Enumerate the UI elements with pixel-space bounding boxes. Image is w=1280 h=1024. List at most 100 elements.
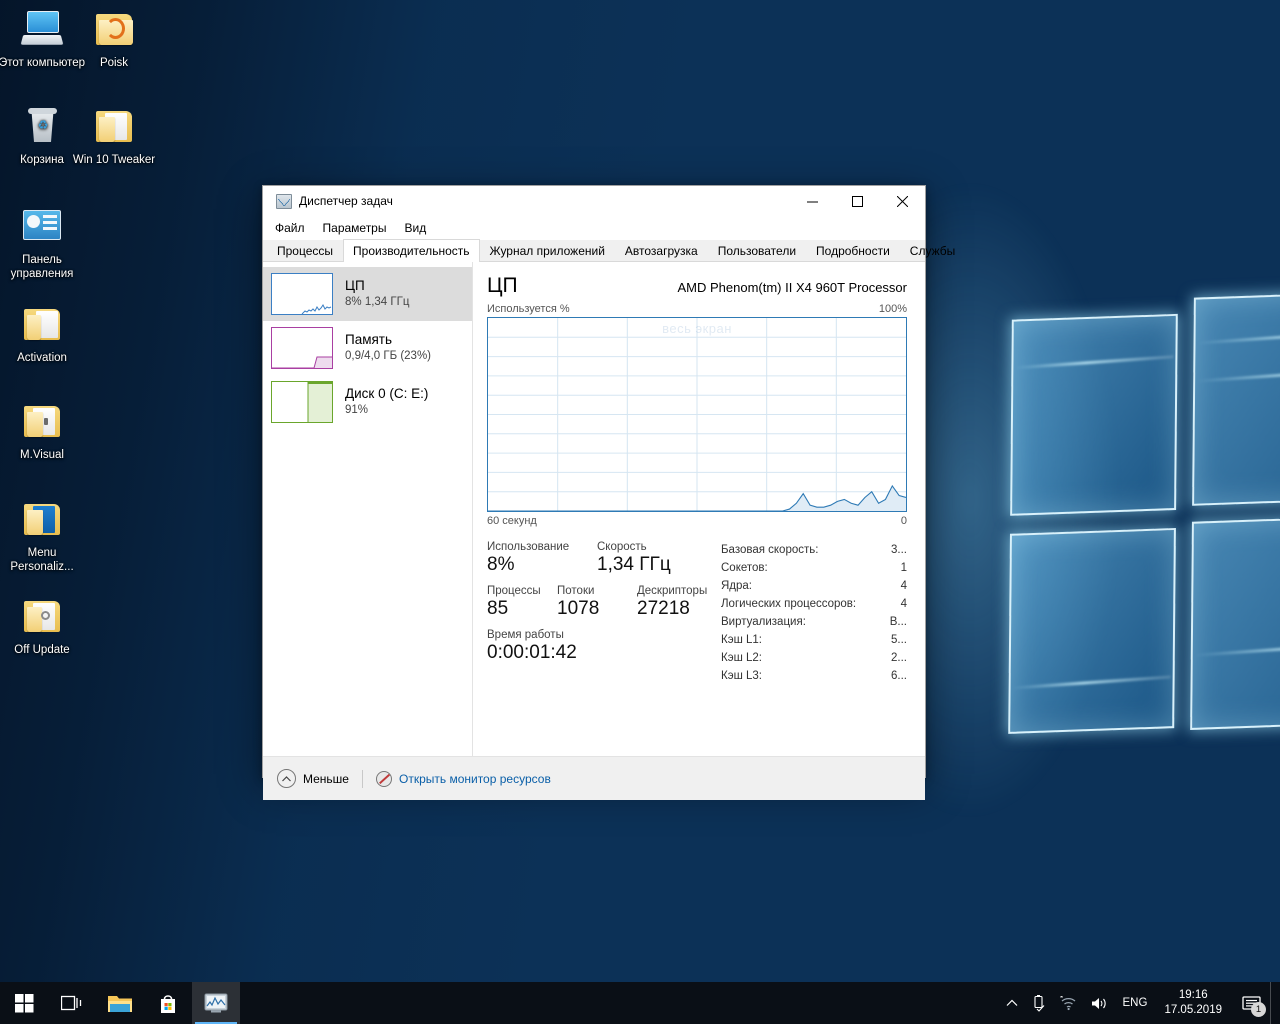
stat-speed: Скорость 1,34 ГГц: [597, 541, 671, 576]
stat-label: Потоки: [557, 585, 595, 597]
performance-main-panel: ЦП AMD Phenom(tm) II X4 960T Processor И…: [473, 262, 925, 756]
notification-badge: 1: [1251, 1002, 1266, 1017]
tab-app-history[interactable]: Журнал приложений: [480, 239, 615, 261]
stat-value: 8%: [487, 554, 515, 575]
spec-logical-processors: Логических процессоров: 4: [721, 595, 907, 613]
desktop-icon-menu-personalization[interactable]: Menu Personaliz...: [0, 498, 86, 574]
close-button[interactable]: [880, 186, 925, 216]
file-explorer-icon: [108, 996, 132, 1012]
task-view-button[interactable]: [48, 982, 96, 1024]
stat-label: Процессы: [487, 585, 541, 597]
graph-y-label: Используется %: [487, 303, 570, 315]
clock[interactable]: 19:16 17.05.2019: [1154, 982, 1232, 1024]
taskbar-app-microsoft-store[interactable]: [144, 982, 192, 1024]
spec-cores: Ядра: 4: [721, 577, 907, 595]
speaker-icon: [1091, 997, 1106, 1009]
tab-processes[interactable]: Процессы: [267, 239, 343, 261]
desktop-icon-off-update[interactable]: Off Update: [0, 595, 86, 658]
menu-options[interactable]: Параметры: [323, 219, 397, 238]
sidebar-item-cpu[interactable]: ЦП 8% 1,34 ГГц: [263, 267, 472, 321]
tab-performance[interactable]: Производительность: [343, 239, 480, 262]
page-title: ЦП: [487, 274, 518, 297]
stat-label: Время работы: [487, 629, 564, 641]
tab-services[interactable]: Службы: [900, 239, 965, 261]
show-desktop-button[interactable]: [1270, 982, 1276, 1024]
window-body: ЦП 8% 1,34 ГГц Память 0,9/4,0 ГБ (23%) Д…: [263, 262, 925, 756]
stat-label: Скорость: [597, 541, 647, 553]
desktop-icon-m-visual[interactable]: M.Visual: [0, 400, 86, 463]
cpu-utilization-graph[interactable]: весь экран: [487, 317, 907, 512]
spec-value: 6...: [891, 670, 907, 682]
desktop[interactable]: Этот компьютер Poisk ♻ Корзина Win 10 Tw…: [0, 0, 1280, 1024]
desktop-icon-poisk[interactable]: Poisk: [70, 8, 158, 71]
tab-details[interactable]: Подробности: [806, 239, 900, 261]
desktop-icon-win10-tweaker[interactable]: Win 10 Tweaker: [70, 105, 158, 168]
desktop-icon-label: Poisk: [99, 57, 129, 69]
wifi-icon: *: [1060, 996, 1075, 1010]
desktop-icon-label: Menu Personaliz...: [10, 547, 74, 573]
fewer-details-button[interactable]: Меньше: [277, 769, 349, 788]
desktop-icon-label: Off Update: [14, 644, 70, 656]
desktop-icon-control-panel[interactable]: Панель управления: [0, 205, 86, 281]
menu-view[interactable]: Вид: [404, 219, 436, 238]
spec-key: Базовая скорость:: [721, 544, 819, 556]
stat-label: Дескрипторы: [637, 585, 708, 597]
spec-sockets: Сокетов: 1: [721, 559, 907, 577]
usb-eject-icon[interactable]: [1025, 982, 1053, 1024]
minimize-button[interactable]: [790, 186, 835, 216]
taskbar-app-task-manager[interactable]: [192, 982, 240, 1024]
sidebar-item-memory[interactable]: Память 0,9/4,0 ГБ (23%): [263, 321, 472, 375]
language-indicator[interactable]: ENG: [1116, 982, 1155, 1024]
tab-startup[interactable]: Автозагрузка: [615, 239, 708, 261]
spec-value: 1: [900, 562, 907, 574]
stat-value: 1078: [557, 598, 600, 619]
memory-mini-graph: [271, 327, 333, 369]
desktop-icon-label: Activation: [17, 352, 67, 364]
folder-blue-icon: [18, 498, 66, 542]
task-manager-window[interactable]: Диспетчер задач Файл Параметры Вид Проце…: [262, 185, 955, 800]
spec-key: Сокетов:: [721, 562, 768, 574]
spec-key: Логических процессоров:: [721, 598, 857, 610]
spec-key: Ядра:: [721, 580, 753, 592]
stat-value: 27218: [637, 598, 690, 619]
spec-l2-cache: Кэш L2: 2...: [721, 649, 907, 667]
resource-monitor-label: Открыть монитор ресурсов: [398, 771, 551, 786]
graph-x-left-label: 60 секунд: [487, 515, 537, 527]
graph-bottom-labels: 60 секунд 0: [487, 515, 907, 527]
taskbar[interactable]: * ENG 19:16 17.05.2019 1: [0, 982, 1280, 1024]
tab-strip[interactable]: Процессы Производительность Журнал прило…: [263, 239, 955, 262]
start-button[interactable]: [0, 982, 48, 1024]
microsoft-store-icon: [161, 995, 175, 1013]
tab-users[interactable]: Пользователи: [708, 239, 806, 261]
svg-text:*: *: [1060, 996, 1063, 1003]
resource-monitor-icon: [375, 770, 392, 787]
windows-logo-icon: [14, 993, 33, 1012]
folder-documents-icon: [18, 303, 66, 347]
desktop-icon-activation[interactable]: Activation: [0, 303, 86, 366]
spec-key: Кэш L3:: [721, 670, 762, 682]
menu-file[interactable]: Файл: [275, 219, 315, 238]
volume-icon[interactable]: [1084, 982, 1116, 1024]
recycle-bin-icon: ♻: [18, 105, 66, 149]
performance-sidebar[interactable]: ЦП 8% 1,34 ГГц Память 0,9/4,0 ГБ (23%) Д…: [263, 262, 473, 756]
network-icon[interactable]: *: [1053, 982, 1084, 1024]
desktop-icon-label: Win 10 Tweaker: [72, 154, 156, 166]
spec-key: Кэш L2:: [721, 652, 762, 664]
stat-value: 85: [487, 598, 509, 619]
window-footer: Меньше Открыть монитор ресурсов: [263, 756, 925, 800]
window-title-bar[interactable]: Диспетчер задач: [263, 186, 925, 216]
cpu-mini-graph: [271, 273, 333, 315]
open-resource-monitor-link[interactable]: Открыть монитор ресурсов: [375, 770, 551, 787]
notification-center-button[interactable]: 1: [1232, 982, 1270, 1024]
system-tray[interactable]: * ENG 19:16 17.05.2019 1: [999, 982, 1280, 1024]
maximize-button[interactable]: [835, 186, 880, 216]
show-hidden-icons-button[interactable]: [999, 982, 1025, 1024]
task-manager-icon: [276, 193, 292, 209]
sidebar-item-disk[interactable]: Диск 0 (C: E:) 91%: [263, 375, 472, 429]
graph-x-right-label: 0: [900, 515, 907, 527]
menu-bar[interactable]: Файл Параметры Вид: [263, 216, 925, 240]
control-panel-icon: [18, 205, 66, 249]
graph-top-labels: Используется % 100%: [487, 303, 907, 315]
taskbar-app-file-explorer[interactable]: [96, 982, 144, 1024]
chart-canvas: [488, 318, 906, 511]
